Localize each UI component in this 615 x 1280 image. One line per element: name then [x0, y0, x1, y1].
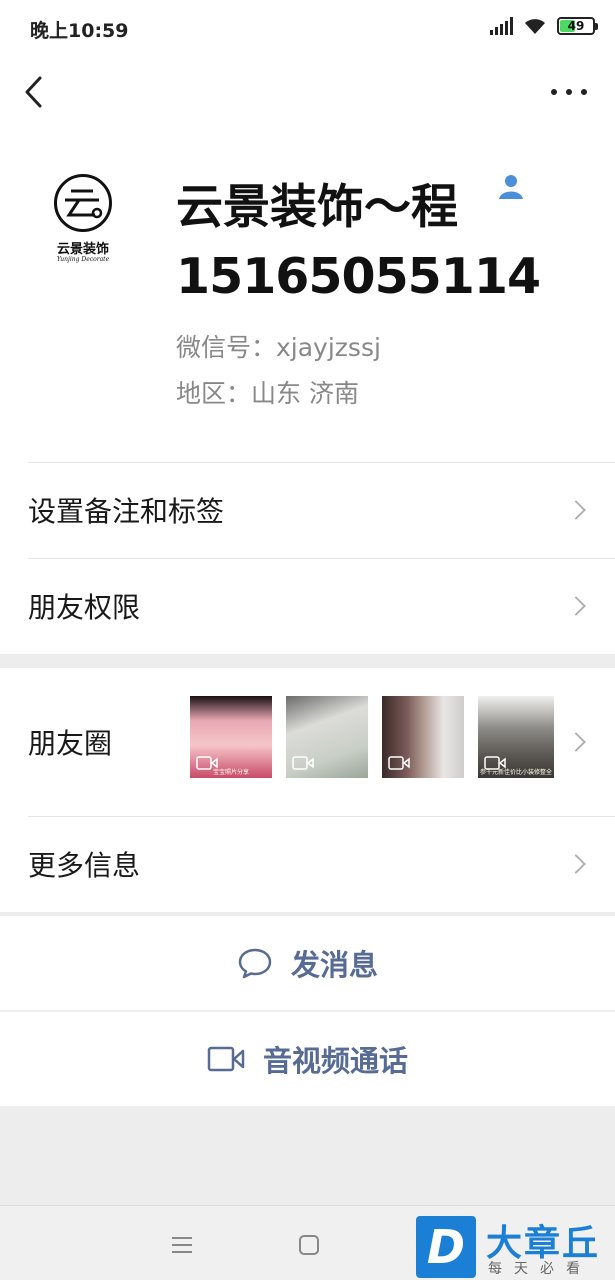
- status-bar: 晚上10:59 49: [0, 0, 615, 56]
- status-time: 晚上10:59: [30, 20, 129, 42]
- battery-icon: 49: [557, 17, 598, 35]
- profile-header: 云景装饰 Yunjing Decorate 云景装饰～程 15165055114…: [0, 128, 615, 462]
- battery-percent: 49: [567, 19, 585, 33]
- contact-phone: 15165055114: [176, 248, 541, 305]
- contact-person-icon: [499, 175, 523, 199]
- chat-bubble-icon: [238, 948, 272, 979]
- video-call-label: 音视频通话: [262, 1044, 408, 1078]
- home-icon[interactable]: [299, 1235, 319, 1255]
- moments-thumbnail[interactable]: [286, 696, 368, 778]
- chevron-right-icon: [566, 596, 586, 616]
- back-arrow-icon: [25, 76, 42, 108]
- watermark-letter: D: [416, 1216, 476, 1278]
- logo-circle-icon: [54, 174, 112, 232]
- chevron-right-icon: [566, 732, 586, 752]
- video-camera-icon: [207, 1046, 245, 1072]
- video-icon: [388, 756, 410, 770]
- signal-icon: [490, 17, 513, 35]
- logo-title: 云景装饰: [56, 242, 109, 257]
- avatar[interactable]: 云景装饰 Yunjing Decorate: [28, 164, 138, 274]
- contact-profile-screen: 晚上10:59 49 云景装饰 Yunjing Decorate 云景装饰～程 …: [0, 0, 615, 1280]
- moments-thumbnails: 宝宝照片分享 参千元新佳价比小装修整全: [190, 696, 554, 778]
- more-dot-icon: [581, 89, 587, 95]
- thumbnail-caption: 参千元新佳价比小装修整全: [479, 769, 552, 776]
- moments-item[interactable]: 朋友圈 宝宝照片分享 参千元新佳价比小装修整全: [0, 668, 615, 816]
- menu-icon[interactable]: [172, 1237, 192, 1253]
- thumbnail-caption: 宝宝照片分享: [212, 769, 249, 776]
- back-button[interactable]: [20, 74, 50, 110]
- more-dot-icon: [551, 89, 557, 95]
- moments-thumbnail[interactable]: 参千元新佳价比小装修整全: [478, 696, 554, 778]
- friend-permissions-label: 朋友权限: [28, 591, 141, 624]
- more-info-label: 更多信息: [28, 849, 141, 882]
- contact-nickname: 云景装饰～程: [176, 180, 458, 235]
- video-call-button[interactable]: 音视频通话: [0, 1012, 615, 1106]
- more-info-item[interactable]: 更多信息: [0, 816, 615, 912]
- info-group: 朋友圈 宝宝照片分享 参千元新佳价比小装修整全 更多信息: [0, 668, 615, 912]
- moments-label: 朋友圈: [28, 727, 113, 760]
- wechat-id: 微信号：xjayjzssj: [176, 333, 381, 362]
- video-icon: [292, 756, 314, 770]
- moments-thumbnail[interactable]: [382, 696, 464, 778]
- remark-tags-item[interactable]: 设置备注和标签: [0, 462, 615, 558]
- wifi-icon: [525, 19, 545, 34]
- nav-bar: [0, 56, 615, 128]
- friend-permissions-item[interactable]: 朋友权限: [0, 558, 615, 654]
- system-nav-bar: D 大章丘 每天必看: [0, 1205, 615, 1280]
- more-dot-icon: [566, 89, 572, 95]
- region: 地区：山东 济南: [176, 379, 359, 408]
- watermark-subtitle: 每天必看: [488, 1261, 592, 1277]
- settings-group: 设置备注和标签 朋友权限: [0, 462, 615, 654]
- logo-subtitle: Yunjing Decorate: [56, 256, 110, 263]
- cloud-logo-icon: [65, 189, 103, 219]
- status-icons: 49: [490, 17, 598, 35]
- send-message-label: 发消息: [290, 948, 378, 982]
- watermark-logo: D 大章丘 每天必看: [416, 1216, 615, 1280]
- send-message-button[interactable]: 发消息: [0, 916, 615, 1010]
- more-options-button[interactable]: [551, 76, 587, 108]
- moments-thumbnail[interactable]: 宝宝照片分享: [190, 696, 272, 778]
- chevron-right-icon: [566, 500, 586, 520]
- chevron-right-icon: [566, 854, 586, 874]
- remark-tags-label: 设置备注和标签: [28, 495, 225, 528]
